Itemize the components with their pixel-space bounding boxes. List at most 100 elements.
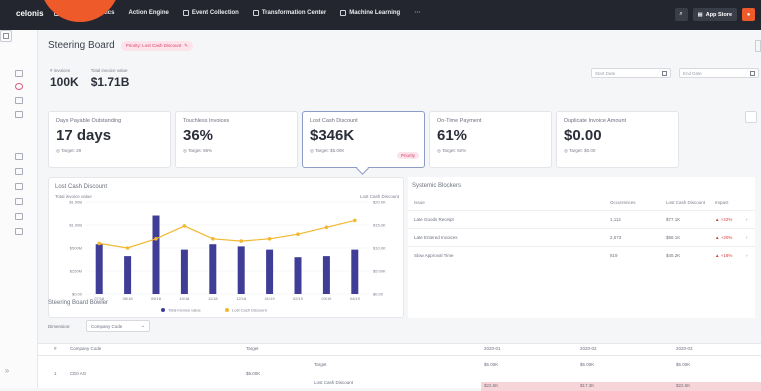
table-icon[interactable] <box>15 168 23 175</box>
calendar-icon <box>662 71 667 76</box>
company-code-cell[interactable]: CE0 AG <box>70 371 86 376</box>
stack-icon <box>182 9 189 16</box>
panel-toggle-button[interactable] <box>755 40 761 52</box>
line-point <box>154 237 158 241</box>
x-tick: 04/19 <box>350 296 361 301</box>
dimension-select[interactable]: Company Code ⌄ <box>86 320 150 332</box>
topbar-actions: ⌕ ▦ App Store ● <box>674 8 755 21</box>
line-point <box>267 237 272 241</box>
page-title: Steering Board <box>48 40 115 51</box>
home-icon[interactable] <box>15 70 23 77</box>
col-occurrences: Occurrences <box>610 200 636 205</box>
col-issue: Issue <box>414 200 425 205</box>
row-number: 1 <box>54 371 57 376</box>
table-icon[interactable] <box>15 213 23 220</box>
calendar-icon <box>750 71 755 76</box>
table-icon[interactable] <box>15 198 23 205</box>
nav-event-collection[interactable]: Event Collection <box>182 9 239 16</box>
col-number: # <box>54 346 57 351</box>
panel-icon <box>3 33 9 39</box>
line-point <box>324 225 329 230</box>
kpi-target: ◎ Target: 86% <box>183 148 213 153</box>
transform-icon <box>252 9 259 16</box>
board-title: Steering Board Bowler <box>48 300 109 306</box>
line-point <box>125 246 130 250</box>
settings-button[interactable] <box>745 111 757 123</box>
ml-icon <box>340 9 347 16</box>
x-tick: 12/18 <box>236 296 247 301</box>
y-tick-right: $15.0K <box>373 223 386 228</box>
kpi-card-selected[interactable]: Lost Cash Discount $346K ◎ Target: $5.00… <box>302 111 425 168</box>
target-icon[interactable] <box>15 83 23 90</box>
col-target: Target <box>246 346 259 351</box>
summary-stats: # invoices 100K Total invoice value $1.7… <box>50 68 129 89</box>
bar <box>322 256 330 294</box>
y-tick-left: $1.50B <box>69 200 82 205</box>
top-navigation-bar: celonis Process Analytics Action Engine … <box>0 0 761 30</box>
user-avatar[interactable]: ● <box>742 8 755 21</box>
chevron-down-icon[interactable]: » <box>0 352 14 388</box>
search-button[interactable]: ⌕ <box>674 8 688 21</box>
bar <box>266 249 274 294</box>
start-date-field[interactable]: Start Date <box>591 68 671 78</box>
bar <box>351 249 359 294</box>
impact-value: ▲ +22% <box>715 217 733 222</box>
bar <box>237 246 245 294</box>
search-icon: ⌕ <box>679 11 683 17</box>
pen-icon[interactable] <box>15 111 23 118</box>
chevron-right-icon: › <box>746 217 748 222</box>
stat-total-value: Total invoice value $1.71B <box>90 68 130 89</box>
line-point <box>239 239 243 243</box>
combo-chart: Total invoice value Lost Cash Discount $1.… <box>55 194 400 313</box>
y-tick-right: $10.0K <box>373 246 386 251</box>
y-axis-label-left: Total invoice value <box>55 194 92 199</box>
impact-value: ▲ +18% <box>715 253 733 258</box>
kpi-card[interactable]: On-Time Payment 61% ◎ Target: 92% <box>429 111 552 168</box>
bar <box>294 257 302 294</box>
nav-transformation-center[interactable]: Transformation Center <box>252 9 326 16</box>
x-tick: 01/19 <box>265 296 276 301</box>
table-row[interactable]: Late Goods Receipt 1,112 $77.1K ▲ +22% › <box>408 210 755 228</box>
priority-badge: Priority <box>396 152 419 159</box>
col-lost-cash: Lost Cash Discount <box>666 200 706 205</box>
series-line <box>99 219 355 249</box>
target-cell: $5.00K <box>246 371 261 376</box>
store-icon: ▦ <box>697 11 703 18</box>
y-tick-left: $500M <box>70 246 82 251</box>
table-row[interactable]: Slow Approval Time 819 $45.2K ▲ +18% › <box>408 246 755 264</box>
sub-row-label: Target <box>314 362 327 367</box>
dimension-label: Dimension: <box>48 324 71 329</box>
end-date-field[interactable]: End Date <box>679 68 759 78</box>
table-icon[interactable] <box>15 228 23 235</box>
logo[interactable]: celonis <box>16 9 44 18</box>
chevron-right-icon: › <box>746 253 748 258</box>
priority-tag[interactable]: Priority: Lost Cash Discount ✎ <box>120 40 194 51</box>
table-icon[interactable] <box>15 153 23 160</box>
x-tick: 10/18 <box>179 296 190 301</box>
nav-machine-learning[interactable]: Machine Learning <box>340 9 400 16</box>
table-icon[interactable] <box>15 183 23 190</box>
bar <box>152 215 160 294</box>
col-company-code: Company Code <box>70 346 102 351</box>
y-tick-right: $20.0K <box>373 200 386 205</box>
bowler-table: # Company Code Target 1 CE0 AG $5.00K Ta… <box>38 343 761 391</box>
x-tick: 08/18 <box>123 296 134 301</box>
line-point <box>353 218 357 223</box>
app-store-button[interactable]: ▦ App Store <box>692 8 737 21</box>
y-tick-left: $250M <box>70 269 82 274</box>
bar <box>124 256 132 294</box>
nav-more[interactable]: ⋯ <box>414 9 420 16</box>
search-icon[interactable] <box>15 97 23 104</box>
table-row[interactable]: Late Entered Invoices 2,573 $58.1K ▲ +20… <box>408 228 755 246</box>
kpi-card[interactable]: Duplicate Invoice Amount $0.00 ◎ Target:… <box>556 111 679 168</box>
line-point <box>97 241 101 246</box>
bar <box>180 249 188 294</box>
main-content: Steering Board Priority: Lost Cash Disco… <box>38 30 761 391</box>
y-tick-right: $0.00 <box>373 292 384 297</box>
sidebar-toggle[interactable] <box>0 30 12 42</box>
kpi-card[interactable]: Touchless Invoices 36% ◎ Target: 86% <box>175 111 298 168</box>
bar <box>209 244 217 294</box>
nav-action-engine[interactable]: Action Engine <box>128 9 168 16</box>
systemic-blockers-panel: Systemic Blockers Issue Occurrences Lost… <box>408 177 755 318</box>
kpi-card[interactable]: Days Payable Outstanding 17 days ◎ Targe… <box>48 111 171 168</box>
